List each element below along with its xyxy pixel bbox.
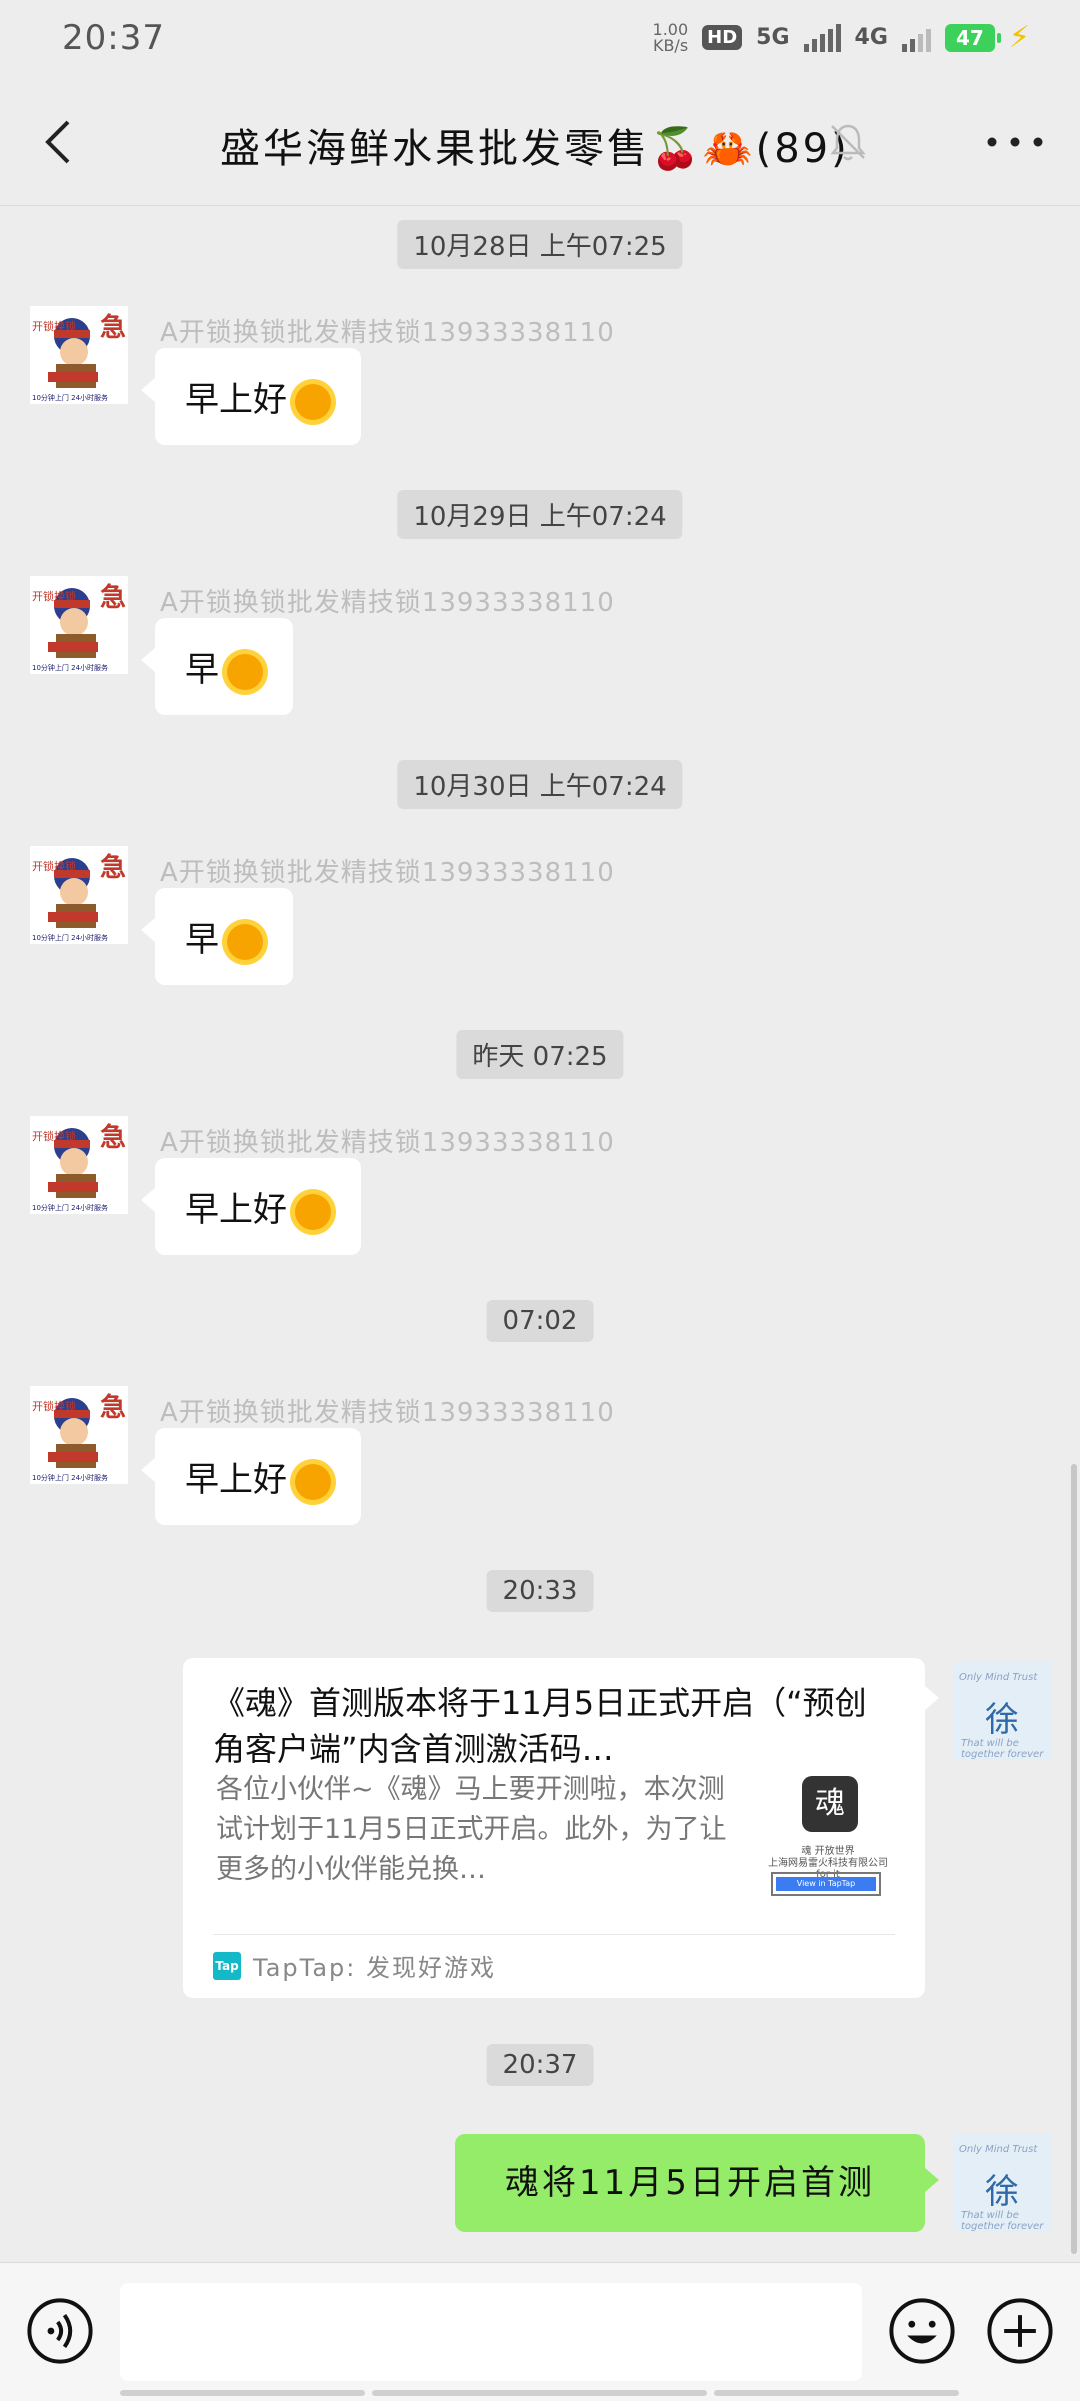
svg-text:急: 急 bbox=[100, 1393, 126, 1423]
svg-text:10分钟上门 24小时服务: 10分钟上门 24小时服务 bbox=[32, 663, 108, 672]
input-bar bbox=[0, 2262, 1080, 2401]
svg-text:开锁换锁: 开锁换锁 bbox=[32, 859, 76, 873]
net-4g-label: 4G bbox=[854, 25, 888, 50]
svg-text:10分钟上门 24小时服务: 10分钟上门 24小时服务 bbox=[32, 393, 108, 402]
charging-icon: ⚡ bbox=[1008, 20, 1030, 55]
message-bubble[interactable]: 早 bbox=[141, 618, 293, 715]
svg-text:10分钟上门 24小时服务: 10分钟上门 24小时服务 bbox=[32, 933, 108, 942]
svg-text:开锁换锁: 开锁换锁 bbox=[32, 1129, 76, 1143]
card-source: Tap TapTap: 发现好游戏 bbox=[213, 1948, 496, 1983]
message-input[interactable] bbox=[120, 2283, 862, 2381]
speed-unit: KB/s bbox=[652, 35, 689, 55]
message-text: 早上好 bbox=[185, 1190, 287, 1230]
sun-emoji-icon bbox=[295, 383, 331, 420]
message-bubble[interactable]: 早上好 bbox=[141, 1158, 361, 1255]
svg-text:开锁换锁: 开锁换锁 bbox=[32, 1399, 76, 1413]
taptap-icon: Tap bbox=[213, 1951, 241, 1980]
svg-text:急: 急 bbox=[100, 583, 126, 613]
network-speed: 1.00 KB/s bbox=[652, 21, 689, 55]
game-logo: 魂 bbox=[802, 1776, 858, 1832]
message-text: 早 bbox=[185, 920, 219, 960]
svg-text:10分钟上门 24小时服务: 10分钟上门 24小时服务 bbox=[32, 1203, 108, 1212]
avatar[interactable]: 开锁换锁 急 10分钟上门 24小时服务 bbox=[30, 1116, 128, 1214]
timestamp: 10月29日 上午07:24 bbox=[397, 490, 683, 539]
avatar[interactable]: 开锁换锁 急 10分钟上门 24小时服务 bbox=[30, 576, 128, 674]
svg-text:开锁换锁: 开锁换锁 bbox=[32, 319, 76, 333]
sun-emoji-icon bbox=[295, 1193, 331, 1230]
sender-name: A开锁换锁批发精技锁13933338110 bbox=[160, 318, 615, 348]
sender-name: A开锁换锁批发精技锁13933338110 bbox=[160, 858, 615, 888]
chat-header: 盛华海鲜水果批发零售🍒🦀(89) bbox=[0, 80, 1080, 206]
thumb-button: View in TapTap bbox=[771, 1872, 881, 1896]
status-bar: 20:37 1.00 KB/s HD 5G 4G 47 ⚡ bbox=[0, 0, 1080, 80]
avatar[interactable]: 开锁换锁 急 10分钟上门 24小时服务 bbox=[30, 306, 128, 404]
my-avatar[interactable]: Only Mind Trust 徐 That will be together … bbox=[953, 2134, 1051, 2232]
timestamp: 20:33 bbox=[486, 1570, 594, 1612]
card-thumbnail: 魂 魂 开放世界 上海网易雷火科技有限公司 for it View in Tap… bbox=[763, 1768, 893, 1898]
sender-name: A开锁换锁批发精技锁13933338110 bbox=[160, 1398, 615, 1428]
svg-text:急: 急 bbox=[100, 853, 126, 883]
timestamp: 10月30日 上午07:24 bbox=[397, 760, 683, 809]
net-5g-label: 5G bbox=[756, 25, 790, 50]
sun-emoji-icon bbox=[227, 653, 263, 690]
more-options-icon[interactable] bbox=[980, 122, 1050, 162]
timestamp: 昨天 07:25 bbox=[456, 1030, 624, 1079]
hd-icon: HD bbox=[702, 25, 743, 50]
timestamp: 07:02 bbox=[486, 1300, 594, 1342]
message-bubble[interactable]: 早上好 bbox=[141, 348, 361, 445]
card-description: 各位小伙伴~《魂》马上要开测啦，本次测试计划于11月5日正式开启。此外，为了让更… bbox=[216, 1774, 727, 1885]
svg-text:10分钟上门 24小时服务: 10分钟上门 24小时服务 bbox=[32, 1473, 108, 1482]
avatar[interactable]: 开锁换锁 急 10分钟上门 24小时服务 bbox=[30, 846, 128, 944]
message-text: 早上好 bbox=[185, 380, 287, 420]
chat-list[interactable]: 10月28日 上午07:25 开锁换锁 急 10分钟上门 24小时服务 A开锁换… bbox=[0, 206, 1080, 2260]
message-text: 早上好 bbox=[185, 1460, 287, 1500]
card-divider bbox=[213, 1934, 895, 1935]
svg-text:急: 急 bbox=[100, 313, 126, 343]
timestamp: 10月28日 上午07:25 bbox=[397, 220, 683, 269]
message-bubble[interactable]: 早上好 bbox=[141, 1428, 361, 1525]
link-card[interactable]: 《魂》首测版本将于11月5日正式开启（“预创角客户端”内含首测激活码… 各位小伙… bbox=[183, 1658, 939, 1998]
card-title: 《魂》首测版本将于11月5日正式开启（“预创角客户端”内含首测激活码… bbox=[213, 1684, 867, 1768]
sun-emoji-icon bbox=[295, 1463, 331, 1500]
svg-text:急: 急 bbox=[100, 1123, 126, 1153]
mute-bell-icon bbox=[830, 124, 866, 161]
sender-name: A开锁换锁批发精技锁13933338110 bbox=[160, 1128, 615, 1158]
status-time: 20:37 bbox=[62, 18, 165, 58]
chat-title: 盛华海鲜水果批发零售🍒🦀(89) bbox=[220, 126, 850, 172]
plus-icon[interactable] bbox=[986, 2297, 1054, 2365]
message-text: 魂将11月5日开启首测 bbox=[505, 2163, 875, 2203]
back-arrow-icon[interactable] bbox=[30, 112, 90, 172]
my-avatar[interactable]: Only Mind Trust 徐 That will be together … bbox=[953, 1662, 1051, 1760]
message-bubble[interactable]: 早 bbox=[141, 888, 293, 985]
message-text: 早 bbox=[185, 650, 219, 690]
scrollbar[interactable] bbox=[1071, 1464, 1077, 2254]
svg-text:开锁换锁: 开锁换锁 bbox=[32, 589, 76, 603]
nav-bar bbox=[0, 2390, 1080, 2400]
signal-icon bbox=[803, 23, 841, 52]
sender-name: A开锁换锁批发精技锁13933338110 bbox=[160, 588, 615, 618]
avatar[interactable]: 开锁换锁 急 10分钟上门 24小时服务 bbox=[30, 1386, 128, 1484]
battery-icon: 47 bbox=[944, 23, 1001, 52]
my-message-bubble[interactable]: 魂将11月5日开启首测 bbox=[455, 2134, 939, 2232]
source-label: TapTap: 发现好游戏 bbox=[253, 1954, 496, 1982]
sun-emoji-icon bbox=[227, 923, 263, 960]
timestamp: 20:37 bbox=[486, 2044, 594, 2086]
voice-icon[interactable] bbox=[26, 2297, 94, 2365]
status-icons: 1.00 KB/s HD 5G 4G 47 ⚡ bbox=[653, 20, 1030, 55]
emoji-icon[interactable] bbox=[888, 2297, 956, 2365]
signal-icon-2 bbox=[901, 24, 931, 52]
